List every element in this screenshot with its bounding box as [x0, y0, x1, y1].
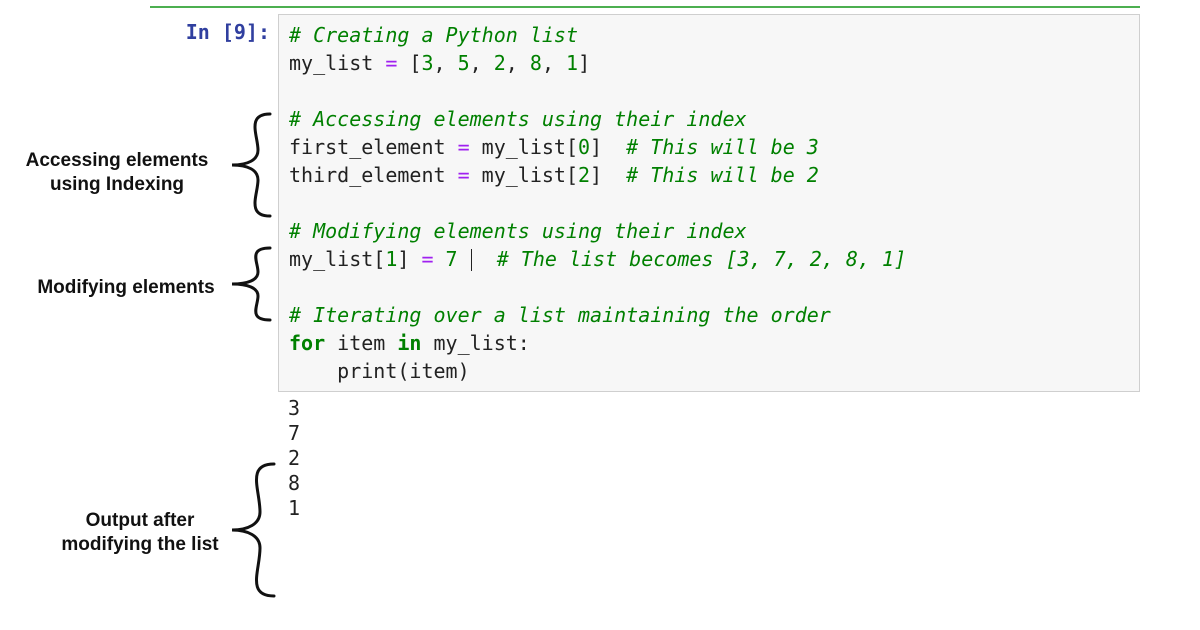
brace-icon	[226, 244, 274, 324]
brace-icon	[226, 110, 274, 220]
code-op: =	[446, 163, 482, 187]
code-num: 1	[385, 247, 397, 271]
code-comment: # Creating a Python list	[289, 23, 578, 47]
code-bracket: ]	[578, 51, 590, 75]
code-num: 0	[578, 135, 590, 159]
code-num: 3	[421, 51, 433, 75]
code-num: 2	[494, 51, 506, 75]
code-bracket: ]	[590, 135, 602, 159]
code-comment: # This will be 2	[602, 163, 819, 187]
code-func: print	[337, 359, 397, 383]
code-editor[interactable]: # Creating a Python list my_list = [3, 5…	[278, 14, 1140, 392]
brace-icon	[226, 460, 278, 600]
code-bracket: ]	[397, 247, 409, 271]
code-var: third_element	[289, 163, 446, 187]
code-op: =	[409, 247, 445, 271]
output-line: 8	[288, 471, 300, 495]
code-num: 5	[458, 51, 470, 75]
code-op: =	[373, 51, 409, 75]
output-line: 7	[288, 421, 300, 445]
code-indent	[289, 359, 337, 383]
output-row: 3 7 2 8 1	[150, 392, 1140, 521]
code-bracket: [	[409, 51, 421, 75]
code-var: my_list[	[482, 135, 578, 159]
code-comment: # The list becomes [3, 7, 2, 8, 1]	[473, 247, 906, 271]
output-line: 2	[288, 446, 300, 470]
annotation-label-modifying: Modifying elements	[26, 276, 226, 300]
code-keyword: in	[397, 331, 421, 355]
code-bracket: ]	[590, 163, 602, 187]
code-var: my_list[	[482, 163, 578, 187]
code-op: =	[446, 135, 482, 159]
code-comment: # Modifying elements using their index	[289, 219, 747, 243]
code-comment: # Accessing elements using their index	[289, 107, 747, 131]
code-var: first_element	[289, 135, 446, 159]
code-comment: # Iterating over a list maintaining the …	[289, 303, 831, 327]
code-var: item	[325, 331, 397, 355]
annotation-label-indexing: Accessing elements using Indexing	[12, 149, 222, 197]
top-separator	[150, 6, 1140, 8]
code-num: 1	[566, 51, 578, 75]
code-num: 8	[530, 51, 542, 75]
annotation-label-output: Output after modifying the list	[50, 509, 230, 557]
code-comment: # This will be 3	[602, 135, 819, 159]
code-args: (item)	[397, 359, 469, 383]
code-num: 2	[578, 163, 590, 187]
code-var: my_list	[289, 51, 373, 75]
code-num: 7	[446, 247, 458, 271]
cell-output: 3 7 2 8 1	[278, 392, 1140, 521]
code-keyword: for	[289, 331, 325, 355]
input-row: In [9]: # Creating a Python list my_list…	[150, 14, 1140, 392]
code-var: my_list:	[421, 331, 529, 355]
output-line: 3	[288, 396, 300, 420]
code-var: my_list[	[289, 247, 385, 271]
text-cursor-icon	[471, 249, 472, 271]
output-line: 1	[288, 496, 300, 520]
notebook-cell: In [9]: # Creating a Python list my_list…	[150, 14, 1140, 521]
